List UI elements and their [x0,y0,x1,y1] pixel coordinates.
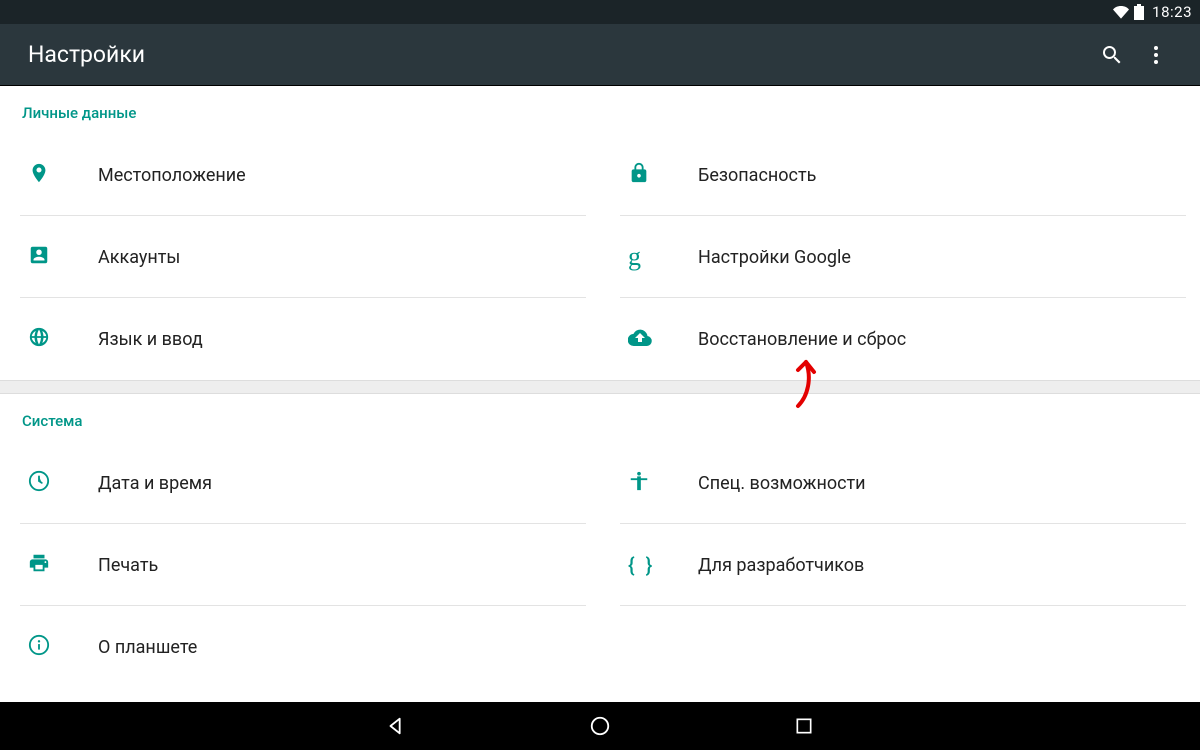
home-icon [589,715,611,737]
recents-button[interactable] [792,714,816,738]
section-header-personal: Личные данные [0,86,1200,134]
cloud-upload-icon [628,325,652,353]
settings-item-label: Печать [98,555,158,576]
print-icon [28,552,50,578]
page-title: Настройки [28,41,1090,68]
back-icon [385,715,407,737]
settings-item-label: Спец. возможности [698,473,866,494]
overflow-menu-button[interactable] [1134,33,1178,77]
back-button[interactable] [384,714,408,738]
settings-item-label: Безопасность [698,165,816,186]
settings-item-label: Настройки Google [698,247,851,268]
settings-item-printing[interactable]: Печать [0,524,600,606]
settings-list: Личные данные Местоположение Безопасност… [0,86,1200,702]
search-icon [1100,43,1124,67]
settings-item-accessibility[interactable]: Спец. возможности [600,442,1200,524]
google-icon: g [628,244,641,270]
settings-item-security[interactable]: Безопасность [600,134,1200,216]
settings-item-accounts[interactable]: Аккаунты [0,216,600,298]
empty-cell [600,606,1200,688]
globe-icon [28,326,50,352]
settings-item-developer[interactable]: { } Для разработчиков [600,524,1200,606]
settings-item-label: Язык и ввод [98,329,203,350]
settings-item-label: О планшете [98,637,197,658]
status-bar: 18:23 [0,0,1200,24]
app-bar: Настройки [0,24,1200,86]
settings-item-backup-reset[interactable]: Восстановление и сброс [600,298,1200,380]
location-icon [28,162,50,188]
home-button[interactable] [588,714,612,738]
account-box-icon [28,244,50,270]
settings-item-datetime[interactable]: Дата и время [0,442,600,524]
braces-icon: { } [628,555,655,576]
status-time: 18:23 [1152,3,1192,21]
settings-item-label: Местоположение [98,165,246,186]
section-divider [0,380,1200,394]
more-vert-icon [1144,43,1168,67]
settings-item-label: Аккаунты [98,247,180,268]
search-button[interactable] [1090,33,1134,77]
battery-icon [1134,4,1144,20]
settings-item-label: Дата и время [98,473,212,494]
clock-icon [28,470,50,496]
settings-item-google[interactable]: g Настройки Google [600,216,1200,298]
navigation-bar [0,702,1200,750]
info-icon [28,634,50,660]
accessibility-icon [628,470,650,496]
settings-item-language[interactable]: Язык и ввод [0,298,600,380]
recents-icon [794,716,814,736]
settings-item-location[interactable]: Местоположение [0,134,600,216]
settings-item-label: Для разработчиков [698,555,864,576]
settings-item-label: Восстановление и сброс [698,329,906,350]
lock-icon [628,162,650,188]
settings-item-about[interactable]: О планшете [0,606,600,688]
section-header-system: Система [0,394,1200,442]
wifi-icon [1112,4,1130,20]
